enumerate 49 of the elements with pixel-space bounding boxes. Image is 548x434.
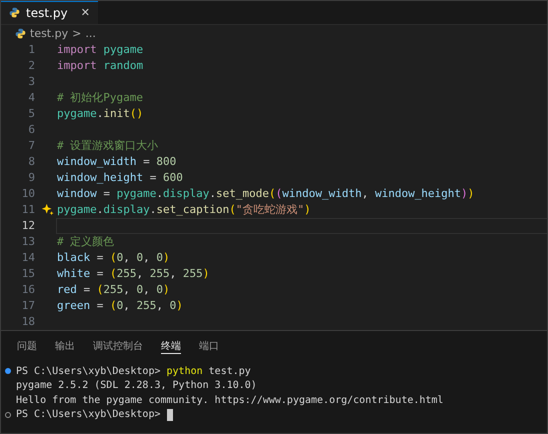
line-number: 5 — [27, 107, 35, 120]
line-number: 6 — [27, 123, 35, 136]
terminal-line: PS C:\Users\xyb\Desktop> — [16, 409, 162, 420]
code-line: white = (255, 255, 255) — [57, 267, 210, 280]
code-line: window = pygame.display.set_mode((window_width, window_height)) — [57, 187, 474, 200]
line-number: 15 — [20, 267, 35, 280]
line-number: 11 — [20, 203, 35, 216]
code-line: import pygame — [57, 43, 144, 56]
sparkle-icon[interactable] — [41, 202, 54, 216]
code-line: # 定义颜色 — [57, 234, 114, 250]
panel-tab[interactable]: 输出 — [55, 338, 75, 354]
panel-tab[interactable]: 端口 — [199, 338, 219, 354]
code-line: black = (0, 0, 0) — [57, 251, 170, 264]
terminal-line: PS C:\Users\xyb\Desktop> python test.py — [16, 366, 251, 377]
line-number: 14 — [20, 251, 35, 264]
line-number: 13 — [20, 235, 35, 248]
line-number: 4 — [27, 91, 35, 104]
panel-tab[interactable]: 问题 — [17, 338, 37, 354]
line-number: 7 — [27, 139, 35, 152]
breadcrumb-item[interactable]: test.py — [30, 26, 68, 40]
close-icon[interactable]: ✕ — [80, 6, 90, 20]
breadcrumb-item[interactable]: ... — [85, 26, 96, 40]
code-line: window_height = 600 — [57, 171, 183, 184]
line-number: 18 — [20, 315, 35, 328]
code-line: pygame.init() — [57, 107, 144, 120]
line-number: 9 — [27, 171, 35, 184]
code-line: # 初始化Pygame — [57, 90, 143, 106]
breadcrumb-separator: > — [72, 26, 82, 40]
line-number: 12 — [20, 219, 35, 232]
line-number: 3 — [27, 75, 35, 88]
python-file-icon — [15, 28, 26, 39]
line-number: 2 — [27, 59, 35, 72]
python-file-icon — [9, 7, 20, 18]
line-number: 16 — [20, 283, 35, 296]
code-line: pygame.display.set_caption("贪吃蛇游戏") — [57, 202, 311, 218]
code-line: red = (255, 0, 0) — [57, 283, 170, 296]
code-line: window_width = 800 — [57, 155, 176, 168]
line-number: 17 — [20, 299, 35, 312]
code-line: # 设置游戏窗口大小 — [57, 138, 158, 154]
panel-tab[interactable]: 终端 — [161, 338, 181, 354]
terminal-line: Hello from the pygame community. https://www.pygame.org/contribute.html — [16, 394, 444, 406]
panel-tab[interactable]: 调试控制台 — [93, 338, 143, 354]
line-number: 1 — [27, 43, 35, 56]
terminal-line: pygame 2.5.2 (SDL 2.28.3, Python 3.10.0) — [16, 380, 257, 392]
line-number: 10 — [20, 187, 35, 200]
line-number: 8 — [27, 155, 35, 168]
editor-tab[interactable]: test.py ✕ — [1, 1, 98, 24]
code-line: green = (0, 255, 0) — [57, 299, 183, 312]
code-line: import random — [57, 59, 144, 72]
